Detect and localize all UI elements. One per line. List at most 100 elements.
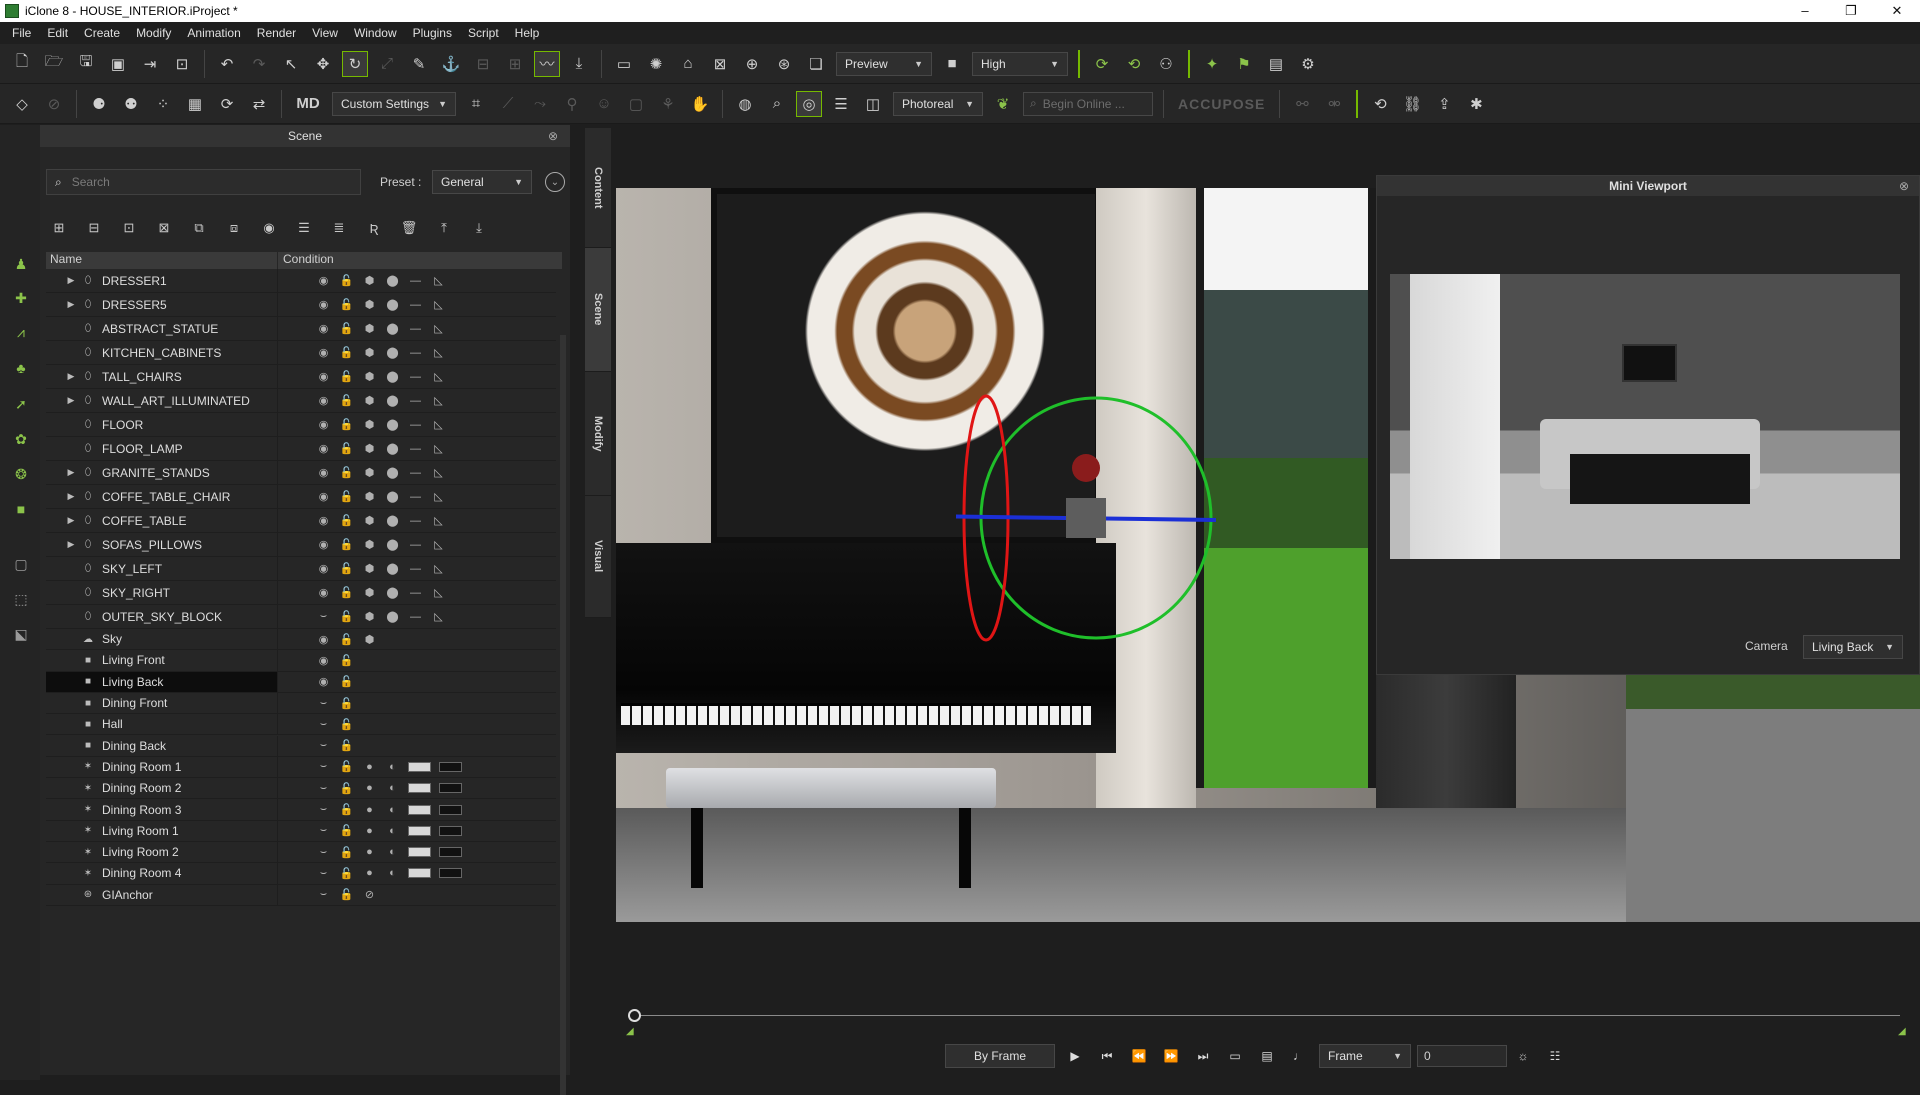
shadow-receive-icon[interactable]: ⬤ xyxy=(381,538,404,551)
tab-modify[interactable]: Modify xyxy=(585,372,611,496)
menu-file[interactable]: File xyxy=(4,26,39,40)
shadow-receive-icon[interactable]: ⬤ xyxy=(381,322,404,335)
shadow-cast-icon[interactable]: ⬢ xyxy=(358,633,381,646)
row-name-cell[interactable]: ⬯ ABSTRACT_STATUE xyxy=(46,317,278,340)
face-icon[interactable]: ☺ xyxy=(591,91,617,117)
next-frame-icon[interactable]: ⏩ xyxy=(1159,1044,1183,1068)
expand-arrow-icon[interactable]: ▶ xyxy=(62,491,80,502)
unlock-icon[interactable]: 🔓 xyxy=(335,370,358,383)
shadow-cast-icon[interactable]: ⬢ xyxy=(358,370,381,383)
hand-icon[interactable]: ✋ xyxy=(687,91,713,117)
light-on-icon[interactable]: ● xyxy=(358,867,381,879)
panel-icon[interactable]: ◫ xyxy=(860,91,886,117)
sync-icon[interactable]: ⇄ xyxy=(246,91,272,117)
table-row[interactable]: ✶ Living Room 1 ⌣ 🔓 ● ◐ xyxy=(46,820,556,842)
shadow-cast-icon[interactable]: ⬢ xyxy=(358,274,381,287)
table-row[interactable]: ⬯ FLOOR ◉ 🔓 ⬢ ⬤ — ◺ xyxy=(46,413,556,437)
expand-arrow-icon[interactable]: ▶ xyxy=(62,467,80,478)
camera-view-icon[interactable]: ▭ xyxy=(611,51,637,77)
visibility-toggle-icon[interactable]: ◉ xyxy=(256,215,282,241)
lod-icon[interactable]: — xyxy=(404,539,427,551)
row-name-cell[interactable]: ▶ ⬯ COFFE_TABLE_CHAIR xyxy=(46,485,278,508)
lod-icon[interactable]: — xyxy=(404,443,427,455)
lod-icon[interactable]: — xyxy=(404,467,427,479)
tab-content[interactable]: Content xyxy=(585,128,611,248)
light-shadow-icon[interactable]: ◐ xyxy=(381,825,404,837)
shadow-cast-icon[interactable]: ⬢ xyxy=(358,418,381,431)
shadow-color-swatch[interactable] xyxy=(439,868,462,879)
unlock-icon[interactable]: 🔓 xyxy=(335,760,358,773)
sliders-icon[interactable]: ☰ xyxy=(828,91,854,117)
column-name[interactable]: Name xyxy=(46,252,278,269)
delete-icon[interactable]: 🗑 xyxy=(396,215,422,241)
table-row[interactable]: ▶ ⬯ WALL_ART_ILLUMINATED ◉ 🔓 ⬢ ⬤ — ◺ xyxy=(46,389,556,413)
shadow-receive-icon[interactable]: ⬤ xyxy=(381,394,404,407)
ungroup-icon[interactable]: ⊟ xyxy=(81,215,107,241)
preset-dropdown[interactable]: General ▼ xyxy=(432,170,532,194)
unlock-icon[interactable]: 🔓 xyxy=(335,675,358,688)
unlock-icon[interactable]: 🔓 xyxy=(335,394,358,407)
row-name-cell[interactable]: ⬯ OUTER_SKY_BLOCK xyxy=(46,605,278,628)
new-group-icon[interactable]: ⊞ xyxy=(46,215,72,241)
light-color-swatch[interactable] xyxy=(408,868,431,879)
undo-icon[interactable]: ↶ xyxy=(214,51,240,77)
visible-eye-icon[interactable]: ◉ xyxy=(312,562,335,575)
light-shadow-icon[interactable]: ◐ xyxy=(381,804,404,816)
unlock-icon[interactable]: 🔓 xyxy=(335,739,358,752)
pointer-tool-icon[interactable]: ➚ xyxy=(10,393,32,415)
visible-eye-icon[interactable]: ◉ xyxy=(312,394,335,407)
shadow-cast-icon[interactable]: ⬢ xyxy=(358,298,381,311)
collision-icon[interactable]: ◺ xyxy=(427,586,450,599)
collision-icon[interactable]: ◺ xyxy=(427,610,450,623)
table-row[interactable]: ⬯ KITCHEN_CABINETS ◉ 🔓 ⬢ ⬤ — ◺ xyxy=(46,341,556,365)
collision-icon[interactable]: ◺ xyxy=(427,346,450,359)
visible-eye-icon[interactable]: ◉ xyxy=(312,418,335,431)
pose-a-icon[interactable]: ⚯ xyxy=(1289,91,1315,117)
anchor-disabled-icon[interactable]: ⊘ xyxy=(358,888,381,901)
settings-gear-icon[interactable]: ✱ xyxy=(1463,91,1489,117)
shadow-receive-icon[interactable]: ⬤ xyxy=(381,562,404,575)
accupose-logo[interactable]: ACCUPOSE xyxy=(1178,96,1265,112)
lod-icon[interactable]: — xyxy=(404,611,427,623)
collision-icon[interactable]: ◺ xyxy=(427,538,450,551)
hidden-eye-icon[interactable]: ⌣ xyxy=(312,760,335,773)
table-row[interactable]: ✶ Dining Room 3 ⌣ 🔓 ● ◐ xyxy=(46,799,556,821)
shadow-cast-icon[interactable]: ⬢ xyxy=(358,442,381,455)
row-name-cell[interactable]: ▶ ⬯ GRANITE_STANDS xyxy=(46,461,278,484)
collapse-icon[interactable]: ⧉ xyxy=(186,215,212,241)
table-row[interactable]: ✶ Dining Room 2 ⌣ 🔓 ● ◐ xyxy=(46,778,556,800)
collision-icon[interactable]: ◺ xyxy=(427,562,450,575)
lod-icon[interactable]: — xyxy=(404,347,427,359)
lod-icon[interactable]: — xyxy=(404,491,427,503)
unlock-icon[interactable]: 🔓 xyxy=(335,562,358,575)
target-icon[interactable]: ◎ xyxy=(796,90,822,117)
row-name-cell[interactable]: ⬯ KITCHEN_CABINETS xyxy=(46,341,278,364)
unlock-icon[interactable]: 🔓 xyxy=(335,888,358,901)
shadow-color-swatch[interactable] xyxy=(439,825,462,836)
unlock-icon[interactable]: 🔓 xyxy=(335,718,358,731)
table-row[interactable]: ⬯ FLOOR_LAMP ◉ 🔓 ⬢ ⬤ — ◺ xyxy=(46,437,556,461)
row-name-cell[interactable]: ▶ ⬯ TALL_CHAIRS xyxy=(46,365,278,388)
light-on-icon[interactable]: ● xyxy=(358,825,381,837)
visible-eye-icon[interactable]: ◉ xyxy=(312,298,335,311)
expand-arrow-icon[interactable]: ▶ xyxy=(62,395,80,406)
box-icon[interactable]: ▢ xyxy=(623,91,649,117)
refresh-icon[interactable]: ⟳ xyxy=(214,91,240,117)
menu-render[interactable]: Render xyxy=(249,26,304,40)
lod-icon[interactable]: — xyxy=(404,323,427,335)
light-on-icon[interactable]: ● xyxy=(358,761,381,773)
row-name-cell[interactable]: ■ Dining Back xyxy=(46,735,278,756)
sphere-icon[interactable]: ◍ xyxy=(732,91,758,117)
hidden-eye-icon[interactable]: ⌣ xyxy=(312,824,335,837)
scene-search-input[interactable] xyxy=(71,175,322,189)
row-name-cell[interactable]: ✶ Dining Room 2 xyxy=(46,778,278,799)
unlock-icon[interactable]: 🔓 xyxy=(335,633,358,646)
shadow-cast-icon[interactable]: ⬢ xyxy=(358,562,381,575)
new-file-icon[interactable]: 🗋 xyxy=(9,51,35,77)
walk-icon[interactable]: ⚘ xyxy=(655,91,681,117)
table-row[interactable]: ✶ Dining Room 4 ⌣ 🔓 ● ◐ xyxy=(46,863,556,885)
row-name-cell[interactable]: ✶ Dining Room 1 xyxy=(46,756,278,778)
split-icon[interactable]: ⊠ xyxy=(151,215,177,241)
hidden-eye-icon[interactable]: ⌣ xyxy=(312,739,335,752)
unlock-icon[interactable]: 🔓 xyxy=(335,782,358,795)
